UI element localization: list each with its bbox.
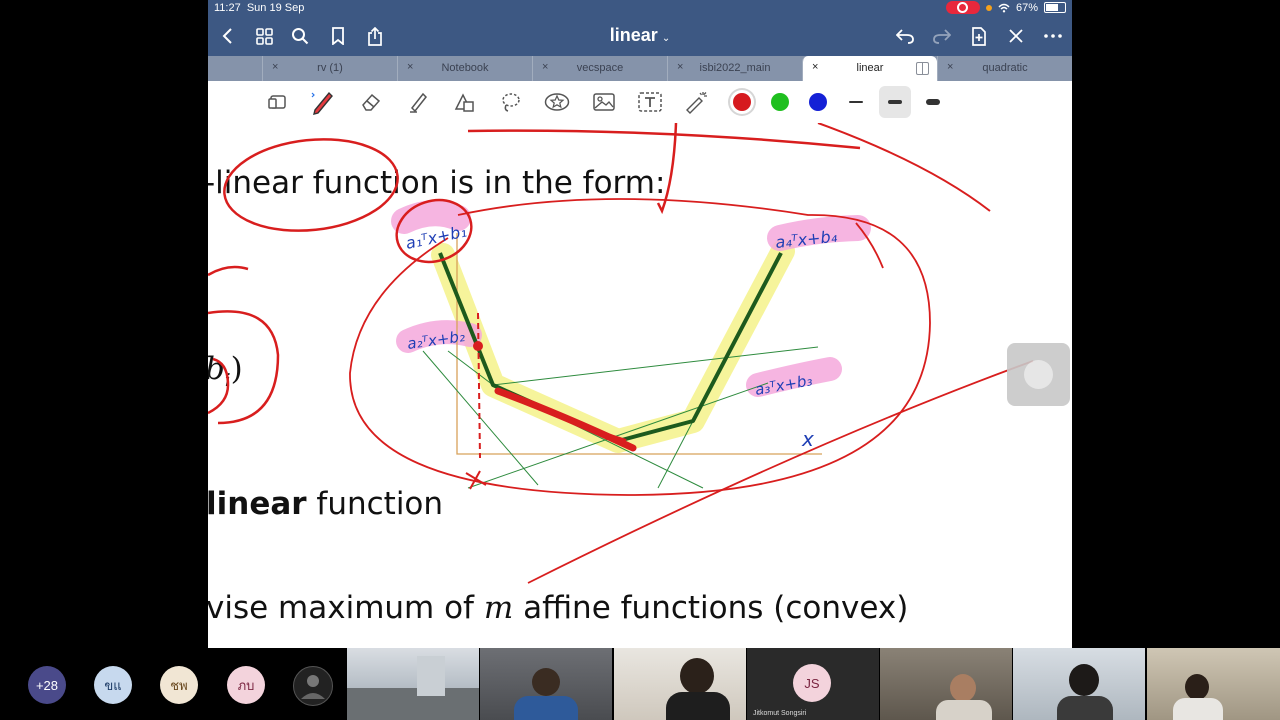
label-x: x: [801, 427, 814, 451]
tab-quadratic[interactable]: × quadratic: [937, 56, 1072, 81]
eraser-icon[interactable]: [358, 89, 384, 115]
undo-icon[interactable]: [894, 25, 916, 47]
participant-name: Jitkomut Songsiri: [753, 710, 807, 717]
participant-video-off[interactable]: JS Jitkomut Songsiri: [747, 648, 879, 720]
close-icon[interactable]: [1005, 25, 1027, 47]
participant-avatar[interactable]: ขแ: [94, 666, 132, 704]
status-bar: 11:27 Sun 19 Sep 67%: [208, 0, 1072, 17]
participant-avatar[interactable]: ชพ: [160, 666, 198, 704]
circle-linear-annotation: [223, 138, 399, 232]
navigation-bar: linear ⌄: [208, 17, 1072, 56]
mic-indicator-icon: [985, 4, 992, 11]
ipad-screen: 11:27 Sun 19 Sep 67% linear ⌄ × rv (1) ×…: [208, 0, 1072, 648]
highlighter-icon[interactable]: [405, 89, 431, 115]
tab-vecspace[interactable]: × vecspace: [532, 56, 667, 81]
redo-icon[interactable]: [931, 25, 953, 47]
participant-video[interactable]: [1147, 648, 1280, 720]
more-participants-avatar[interactable]: +28: [28, 666, 66, 704]
tab-notebook[interactable]: × Notebook: [397, 56, 532, 81]
chevron-down-icon: ⌄: [661, 33, 671, 44]
battery-icon: [1044, 2, 1066, 13]
sticker-icon[interactable]: [544, 89, 570, 115]
laser-pointer-icon[interactable]: [684, 89, 710, 115]
color-swatch-green[interactable]: [771, 93, 789, 111]
participant-initials: JS: [793, 664, 831, 702]
stroke-thin[interactable]: [840, 86, 872, 118]
wifi-icon: [998, 3, 1010, 12]
participant-video[interactable]: [480, 648, 612, 720]
text-tool-icon[interactable]: [637, 89, 663, 115]
document-tabs: × rv (1) × Notebook × vecspace × isbi2022_ma…: [208, 56, 1072, 81]
participant-video[interactable]: [880, 648, 1012, 720]
split-view-icon[interactable]: [916, 62, 929, 75]
note-page[interactable]: -linear function is in the form: bi) lin…: [208, 123, 1072, 648]
status-indicators: 67%: [945, 1, 1066, 14]
image-icon[interactable]: [591, 89, 617, 115]
participant-avatar[interactable]: ภบ: [227, 666, 265, 704]
shapes-icon[interactable]: [451, 89, 477, 115]
screen-record-icon: [945, 1, 980, 14]
color-swatch-red[interactable]: [733, 93, 751, 111]
status-time: 11:27 Sun 19 Sep: [214, 2, 305, 14]
lasso-icon[interactable]: [498, 89, 524, 115]
color-swatch-blue[interactable]: [809, 93, 827, 111]
add-page-icon[interactable]: [968, 25, 990, 47]
pen-icon[interactable]: [310, 89, 336, 115]
participant-video[interactable]: [1013, 648, 1145, 720]
participant-video[interactable]: [614, 648, 746, 720]
battery-percent: 67%: [1015, 1, 1038, 14]
tab-isbi2022-main[interactable]: × isbi2022_main: [667, 56, 802, 81]
annotation-toolbar: [208, 81, 1072, 124]
more-options-icon[interactable]: [1042, 25, 1064, 47]
tab-rv[interactable]: × rv (1): [262, 56, 397, 81]
handwritten-annotations: a₁ᵀx+b₁ a₂ᵀx+b₂ a₃ᵀx+b₃ a₄ᵀx+b₄ x: [208, 123, 1034, 584]
participant-video[interactable]: [347, 648, 479, 720]
tab-linear[interactable]: × linear: [802, 56, 937, 81]
stroke-thick[interactable]: [917, 86, 949, 118]
participant-photo-avatar[interactable]: [293, 666, 333, 706]
stroke-medium[interactable]: [879, 86, 911, 118]
assistive-touch-button[interactable]: [1007, 343, 1070, 406]
page-view-icon[interactable]: [265, 89, 291, 115]
